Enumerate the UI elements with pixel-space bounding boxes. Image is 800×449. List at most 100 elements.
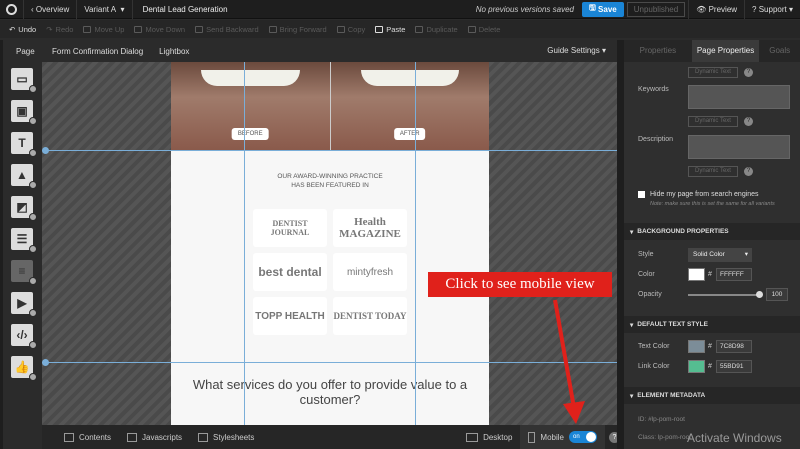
box-tool-icon[interactable]: ▣: [11, 100, 37, 125]
dynamic-text-button[interactable]: Dynamic Text: [688, 67, 738, 78]
section-boundary[interactable]: [42, 150, 617, 151]
widget-tool-icon[interactable]: 👍: [11, 356, 37, 381]
move-up-button[interactable]: Move Up: [78, 25, 129, 34]
javascripts-button[interactable]: Javascripts: [119, 432, 190, 442]
opacity-label: Opacity: [638, 291, 662, 298]
link-color-hex[interactable]: 55BD91: [716, 360, 752, 373]
paste-button[interactable]: Paste: [370, 25, 410, 34]
right-collapse-handle[interactable]: [617, 40, 624, 449]
contents-button[interactable]: Contents: [56, 432, 119, 442]
before-photo: BEFORE: [171, 62, 331, 150]
desktop-view-button[interactable]: Desktop: [458, 432, 520, 442]
dynamic-text-button[interactable]: Dynamic Text: [688, 166, 738, 177]
code-tool-icon[interactable]: ‹/›: [11, 324, 37, 349]
featured-heading[interactable]: OUR AWARD-WINNING PRACTICE HAS BEEN FEAT…: [171, 172, 489, 190]
preview-button[interactable]: 👁 Preview: [688, 0, 746, 19]
send-backward-label: Send Backward: [206, 24, 259, 34]
keywords-field[interactable]: [688, 85, 790, 109]
save-button[interactable]: 🖫 Save: [581, 1, 624, 17]
link-color-swatch[interactable]: [688, 360, 705, 373]
text-tool-icon[interactable]: T: [11, 132, 37, 157]
default-text-style-section[interactable]: DEFAULT TEXT STYLE: [624, 316, 800, 333]
guide-settings-dropdown[interactable]: Guide Settings ▾: [547, 46, 606, 55]
app-logo-icon[interactable]: [0, 0, 24, 19]
tab-goals[interactable]: Goals: [759, 40, 800, 62]
undo-button[interactable]: ↶ Undo: [4, 25, 41, 34]
copy-button[interactable]: Copy: [332, 25, 371, 34]
text-color-hex[interactable]: 7C8D98: [716, 340, 752, 353]
landing-page-preview[interactable]: BEFORE AFTER OUR AWARD-WINNING PRACTICE …: [171, 62, 489, 425]
tab-page[interactable]: Page: [0, 47, 44, 56]
move-down-label: Move Down: [145, 24, 186, 34]
dynamic-text-button[interactable]: Dynamic Text: [688, 116, 738, 127]
left-collapse-handle[interactable]: [0, 40, 3, 449]
support-menu[interactable]: ? Support ▾: [745, 0, 800, 19]
opacity-value[interactable]: 100: [766, 288, 788, 301]
social-tool-icon[interactable]: ≡: [11, 260, 37, 285]
tab-form-confirmation[interactable]: Form Confirmation Dialog: [44, 47, 151, 56]
overview-label: Overview: [35, 4, 70, 14]
style-select[interactable]: Solid Color ▾: [688, 248, 752, 262]
dentist-journal-logo[interactable]: DENTIST JOURNAL: [253, 209, 327, 247]
mobile-toggle[interactable]: on: [569, 431, 597, 443]
variant-dropdown[interactable]: Variant A ▾: [77, 0, 133, 19]
support-label: Support: [758, 4, 787, 14]
image-tool-icon[interactable]: ▲: [11, 164, 37, 189]
help-icon[interactable]: ?: [744, 68, 753, 77]
services-question[interactable]: What services do you offer to provide va…: [171, 377, 489, 407]
hash-symbol: #: [708, 363, 712, 370]
toggle-knob: [586, 432, 596, 442]
hide-search-checkbox[interactable]: [638, 191, 645, 198]
topp-health-logo[interactable]: TOPP HEALTH: [253, 297, 327, 335]
move-up-label: Move Up: [94, 24, 125, 34]
editor-canvas[interactable]: BEFORE AFTER OUR AWARD-WINNING PRACTICE …: [42, 62, 617, 425]
tab-page-properties[interactable]: Page Properties: [691, 40, 760, 62]
button-tool-icon[interactable]: ◩: [11, 196, 37, 221]
help-icon[interactable]: ?: [744, 167, 753, 176]
slider-knob[interactable]: [756, 291, 763, 298]
page-tabs: Page Form Confirmation Dialog Lightbox G…: [0, 40, 620, 62]
smile-shape: [201, 70, 300, 86]
tab-lightbox[interactable]: Lightbox: [151, 47, 197, 56]
form-tool-icon[interactable]: ☰: [11, 228, 37, 253]
duplicate-button[interactable]: Duplicate: [410, 25, 462, 34]
before-after-photo[interactable]: BEFORE AFTER: [171, 62, 489, 150]
move-down-button[interactable]: Move Down: [129, 25, 190, 34]
health-magazine-logo[interactable]: Health MAGAZINE: [333, 209, 407, 247]
redo-button[interactable]: ↷ Redo: [41, 25, 78, 34]
text-color-swatch[interactable]: [688, 340, 705, 353]
mintyfresh-logo[interactable]: mintyfresh: [333, 253, 407, 291]
unpublished-label: Unpublished: [633, 4, 679, 14]
video-tool-icon[interactable]: ▶: [11, 292, 37, 317]
desktop-label: Desktop: [483, 432, 513, 442]
delete-button[interactable]: Delete: [463, 25, 506, 34]
unpublished-button[interactable]: Unpublished: [626, 1, 686, 17]
section-handle[interactable]: [42, 359, 49, 366]
send-backward-button[interactable]: Send Backward: [190, 25, 264, 34]
background-properties-section[interactable]: BACKGROUND PROPERTIES: [624, 223, 800, 240]
bg-color-hex[interactable]: FFFFFF: [716, 268, 752, 281]
section-tool-icon[interactable]: ▭: [11, 68, 37, 93]
bring-forward-button[interactable]: Bring Forward: [264, 25, 332, 34]
opacity-slider[interactable]: [688, 291, 763, 298]
tab-properties[interactable]: Properties: [624, 40, 692, 62]
description-field[interactable]: [688, 135, 790, 159]
move-up-icon: [83, 25, 92, 33]
after-photo: AFTER: [331, 62, 490, 150]
bg-color-swatch[interactable]: [688, 268, 705, 281]
stylesheets-button[interactable]: Stylesheets: [190, 432, 262, 442]
hide-search-note: Note: make sure this is set the same for…: [650, 201, 775, 207]
version-status: No previous versions saved: [475, 4, 574, 14]
element-metadata-section[interactable]: ELEMENT METADATA: [624, 387, 800, 404]
best-dental-logo[interactable]: best dental: [253, 253, 327, 291]
section-boundary[interactable]: [42, 362, 617, 363]
section-handle[interactable]: [42, 147, 49, 154]
guide-line[interactable]: [415, 62, 416, 425]
properties-panel: Properties Page Properties Goals Dynamic…: [624, 40, 800, 449]
css-file-icon: [198, 432, 209, 442]
overview-link[interactable]: ‹ Overview: [24, 0, 78, 19]
dentist-today-logo[interactable]: DENTIST TODAY: [333, 297, 407, 335]
guide-line[interactable]: [244, 62, 245, 425]
undo-icon: ↶: [9, 24, 16, 34]
help-icon[interactable]: ?: [744, 117, 753, 126]
